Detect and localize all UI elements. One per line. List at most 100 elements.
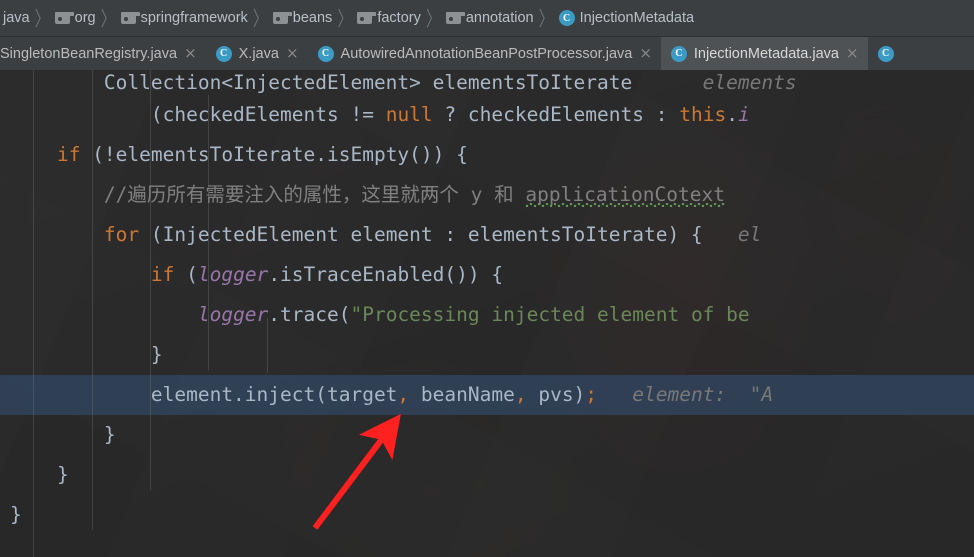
- line-close-brace-2[interactable]: }: [0, 415, 974, 455]
- breadcrumb-item-label: factory: [377, 10, 421, 26]
- folder-icon: [357, 12, 377, 24]
- indent-guide: [92, 70, 93, 530]
- code-token: if: [56, 143, 81, 166]
- breadcrumb-item-org[interactable]: org: [52, 10, 99, 26]
- line-close-brace-4[interactable]: }: [0, 495, 974, 535]
- code-token: null: [385, 103, 433, 126]
- indent-guide: [33, 70, 34, 557]
- breadcrumb-item-label: springframework: [140, 10, 248, 26]
- breadcrumb-item-annotation[interactable]: annotation: [443, 10, 537, 26]
- breadcrumb-item-factory[interactable]: factory: [354, 10, 424, 26]
- java-class-icon: C: [670, 45, 687, 62]
- breadcrumb-item-injectionmetadata[interactable]: C InjectionMetadata: [556, 10, 697, 26]
- tab-close-icon[interactable]: ×: [184, 46, 197, 61]
- line-for-loop[interactable]: for (InjectedElement element : elementsT…: [0, 215, 974, 255]
- tab-close-icon[interactable]: ×: [639, 46, 652, 61]
- editor-tab-injectionmetadata[interactable]: C InjectionMetadata.java ×: [660, 37, 868, 70]
- editor-tab-label: InjectionMetadata.java: [693, 45, 839, 62]
- code-token: pvs): [526, 383, 586, 406]
- editor-tab-bar: SingletonBeanRegistry.java × C X.java × C Auto…: [0, 37, 974, 70]
- tab-close-icon[interactable]: ×: [846, 46, 859, 61]
- editor-tab-autowiredannotationbeanpostprocessor[interactable]: C AutowiredAnnotationBeanPostProcessor.ja…: [308, 37, 661, 70]
- code-token: }: [10, 503, 22, 526]
- breadcrumb: java 〉 org 〉 springframework 〉 beans 〉 factory 〉 a…: [0, 0, 974, 37]
- breadcrumb-item-springframework[interactable]: springframework: [118, 10, 251, 26]
- indent-guide: [208, 95, 209, 370]
- code-token: (!elementsToIterate.isEmpty()) {: [80, 143, 468, 166]
- line-if-trace-enabled[interactable]: if (logger.isTraceEnabled()) {: [0, 255, 974, 295]
- code-token: (: [174, 263, 198, 286]
- editor-tab-label: AutowiredAnnotationBeanPostProcessor.jav…: [340, 45, 633, 62]
- code-token: !=: [350, 103, 374, 126]
- code-token: for: [103, 223, 140, 246]
- code-token: ;: [585, 383, 598, 406]
- code-token: el: [702, 223, 762, 246]
- code-token: applicationCotext: [525, 183, 725, 206]
- code-token: elements: [632, 71, 797, 94]
- code-content[interactable]: Collection<InjectedElement> elementsToIt…: [0, 70, 974, 557]
- line-chinese-comment[interactable]: //遍历所有需要注入的属性，这里就两个 y 和 applicationCotex…: [0, 175, 974, 215]
- java-class-icon: C: [877, 45, 894, 62]
- code-token: //遍历所有需要注入的属性，这里就两个 y 和: [10, 183, 526, 206]
- code-token: beanName: [409, 383, 515, 406]
- code-token: .trace(: [268, 303, 351, 326]
- code-token: ,: [397, 383, 410, 406]
- editor-tab-singletonbeanregistry[interactable]: SingletonBeanRegistry.java ×: [0, 37, 206, 70]
- folder-icon: [445, 12, 465, 24]
- code-token: .isTraceEnabled()) {: [268, 263, 504, 286]
- editor-tab-x[interactable]: C X.java ×: [206, 37, 308, 70]
- code-token: (checkedElements: [10, 103, 351, 126]
- folder-icon: [120, 12, 140, 24]
- breadcrumb-separator-icon: 〉: [337, 7, 353, 31]
- indent-guide: [267, 318, 268, 373]
- code-token: }: [10, 423, 116, 446]
- java-class-icon: C: [215, 45, 232, 62]
- breadcrumb-separator-icon: 〉: [252, 7, 268, 31]
- breadcrumb-separator-icon: 〉: [100, 7, 116, 31]
- breadcrumb-item-label: org: [74, 10, 96, 26]
- line-close-brace-1[interactable]: }: [0, 335, 974, 375]
- code-token: .: [726, 103, 738, 126]
- code-token: Collection<InjectedElement> elementsToIt…: [10, 71, 633, 94]
- code-token: this: [679, 103, 727, 126]
- code-editor[interactable]: Collection<InjectedElement> elementsToIt…: [0, 70, 974, 557]
- breadcrumb-item-beans[interactable]: beans: [270, 10, 336, 26]
- line-logger-trace[interactable]: logger.trace("Processing injected elemen…: [0, 295, 974, 335]
- ide-window: java 〉 org 〉 springframework 〉 beans 〉 factory 〉 a…: [0, 0, 974, 557]
- code-token: element: "A: [597, 383, 774, 406]
- code-token: if: [150, 263, 175, 286]
- line-element-inject[interactable]: element.inject(target, beanName, pvs); e…: [0, 375, 974, 415]
- breadcrumb-separator-icon: 〉: [538, 7, 554, 31]
- line-ternary[interactable]: (checkedElements != null ? checkedElemen…: [0, 95, 974, 135]
- line-if-isempty[interactable]: if (!elementsToIterate.isEmpty()) {: [0, 135, 974, 175]
- folder-icon: [54, 12, 74, 24]
- code-token: "Processing injected element of be: [350, 303, 750, 326]
- code-token: ,: [514, 383, 527, 406]
- breadcrumb-item-label: beans: [292, 10, 333, 26]
- line-collection-decl[interactable]: Collection<InjectedElement> elementsToIt…: [0, 70, 974, 95]
- code-token: (InjectedElement element : elementsToIte…: [139, 223, 703, 246]
- tab-close-icon[interactable]: ×: [286, 46, 299, 61]
- editor-tab-label: SingletonBeanRegistry.java: [0, 45, 178, 62]
- folder-icon: [272, 12, 292, 24]
- editor-tab-more[interactable]: C: [868, 37, 903, 70]
- breadcrumb-item-java[interactable]: java: [0, 10, 33, 26]
- breadcrumb-separator-icon: 〉: [34, 7, 50, 31]
- code-token: i: [737, 103, 750, 126]
- code-token: element.inject(target: [10, 383, 398, 406]
- breadcrumb-item-label: java: [3, 10, 30, 26]
- editor-tab-label: X.java: [238, 45, 279, 62]
- line-close-brace-3[interactable]: }: [0, 455, 974, 495]
- java-class-icon: C: [317, 45, 334, 62]
- breadcrumb-item-label: InjectionMetadata: [579, 10, 695, 26]
- code-token: ? checkedElements :: [432, 103, 680, 126]
- code-token: }: [10, 463, 69, 486]
- java-class-icon: C: [558, 10, 575, 26]
- indent-guide: [150, 70, 151, 490]
- breadcrumb-separator-icon: 〉: [425, 7, 441, 31]
- breadcrumb-item-label: annotation: [465, 10, 534, 26]
